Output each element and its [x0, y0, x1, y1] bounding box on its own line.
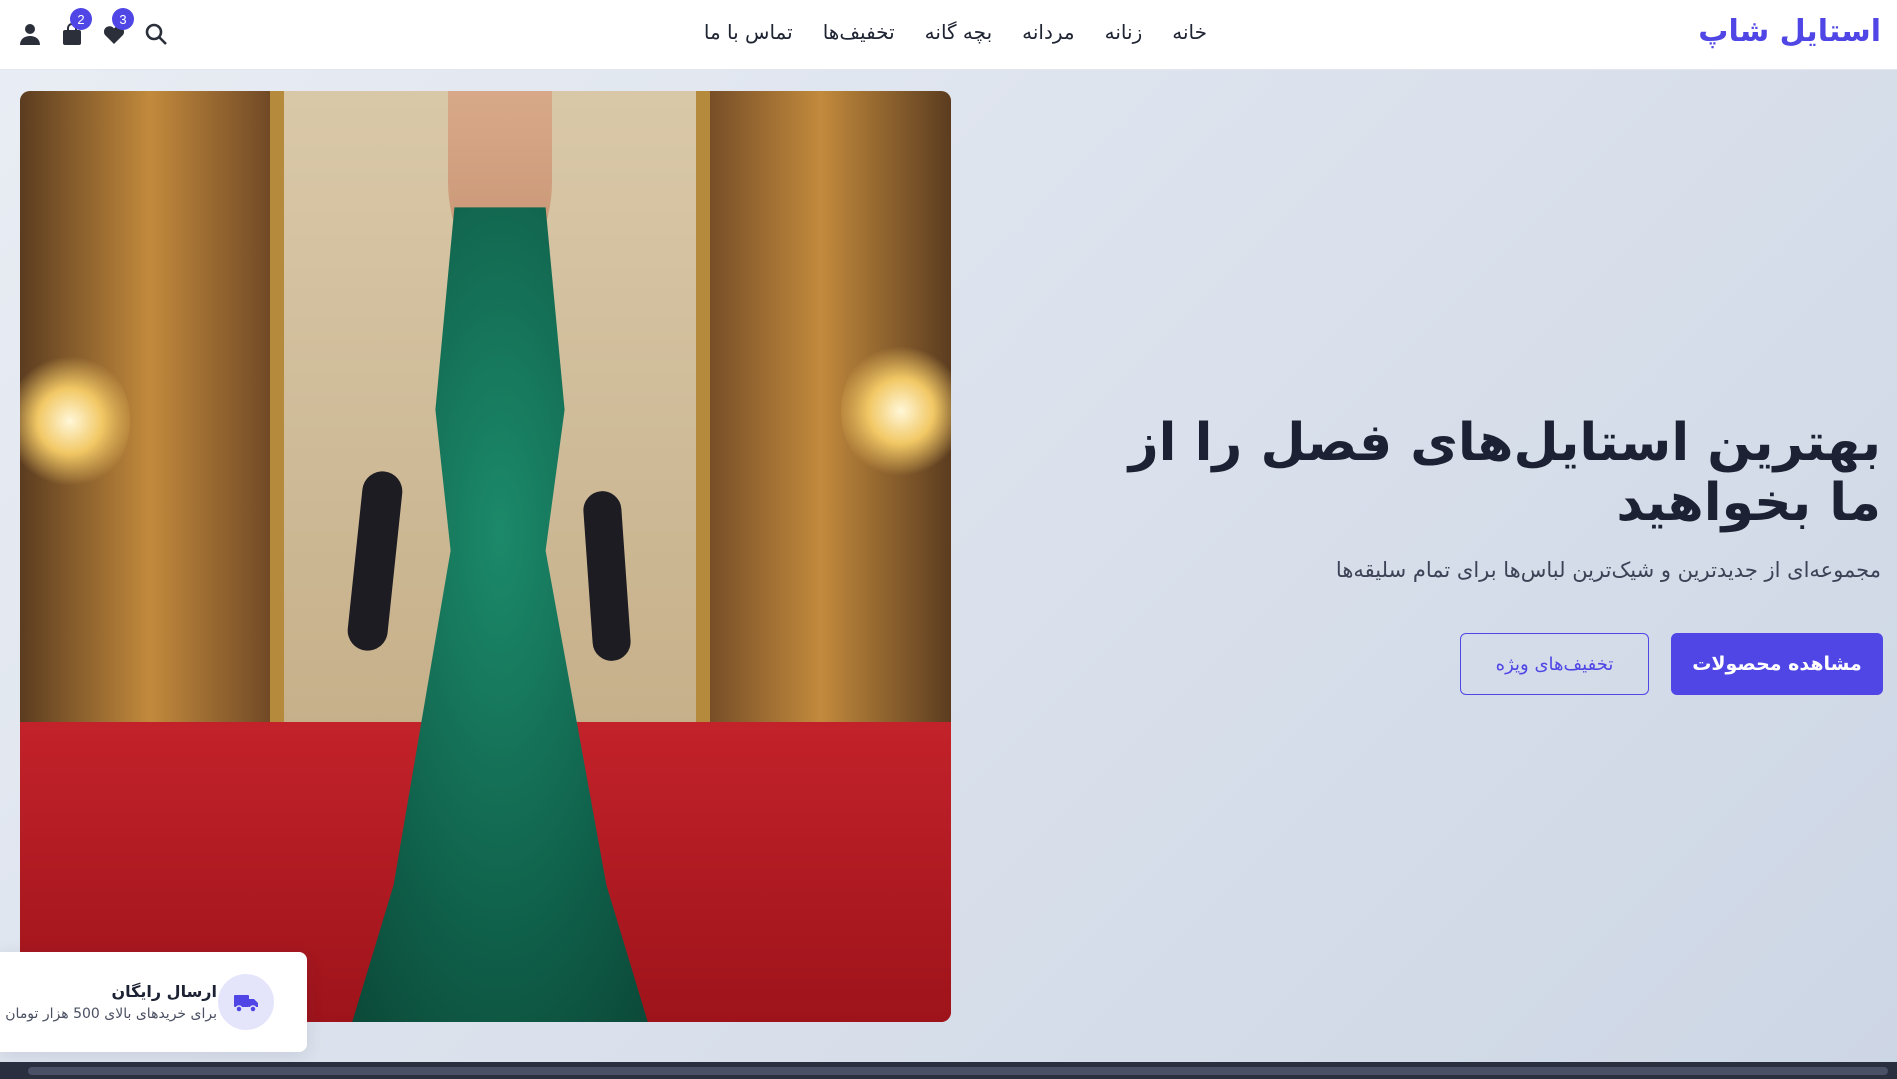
bag-icon[interactable]: 2	[60, 8, 92, 46]
shipping-title: ارسال رایگان	[111, 982, 217, 1001]
site-logo[interactable]: استایل شاپ	[1698, 14, 1881, 49]
truck-icon	[218, 974, 274, 1030]
user-icon[interactable]	[18, 22, 42, 46]
nav-discounts[interactable]: تخفیف‌ها	[823, 20, 895, 44]
shipping-description: برای خریدهای بالای 500 هزار تومان	[5, 1006, 217, 1022]
hero-subtitle: مجموعه‌ای از جدیدترین و شیک‌ترین لباس‌ها…	[1335, 558, 1881, 582]
main-nav: خانه زنانه مردانه بچه گانه تخفیف‌ها تماس…	[704, 20, 1207, 44]
view-products-button[interactable]: مشاهده محصولات	[1671, 633, 1883, 695]
hero-title: بهترین استایل‌های فصل را از ما بخواهید	[1128, 413, 1881, 533]
nav-men[interactable]: مردانه	[1022, 20, 1075, 44]
wishlist-count-badge: 3	[112, 8, 134, 30]
header-icons: 2 3	[18, 8, 168, 46]
nav-women[interactable]: زنانه	[1105, 20, 1143, 44]
cart-count-badge: 2	[70, 8, 92, 30]
search-icon[interactable]	[144, 22, 168, 46]
special-discounts-button[interactable]: تخفیف‌های ویژه	[1460, 633, 1649, 695]
nav-home[interactable]: خانه	[1172, 20, 1207, 44]
nav-contact[interactable]: تماس با ما	[704, 20, 793, 44]
horizontal-scrollbar[interactable]	[0, 1062, 1897, 1079]
scrollbar-thumb[interactable]	[28, 1067, 1888, 1075]
hero-image	[20, 91, 951, 1022]
free-shipping-card: ارسال رایگان برای خریدهای بالای 500 هزار…	[0, 952, 307, 1052]
heart-icon[interactable]: 3	[102, 8, 134, 46]
hero-image-chandelier-right	[841, 341, 951, 481]
site-header: استایل شاپ خانه زنانه مردانه بچه گانه تخ…	[0, 0, 1897, 70]
nav-kids[interactable]: بچه گانه	[925, 20, 992, 44]
